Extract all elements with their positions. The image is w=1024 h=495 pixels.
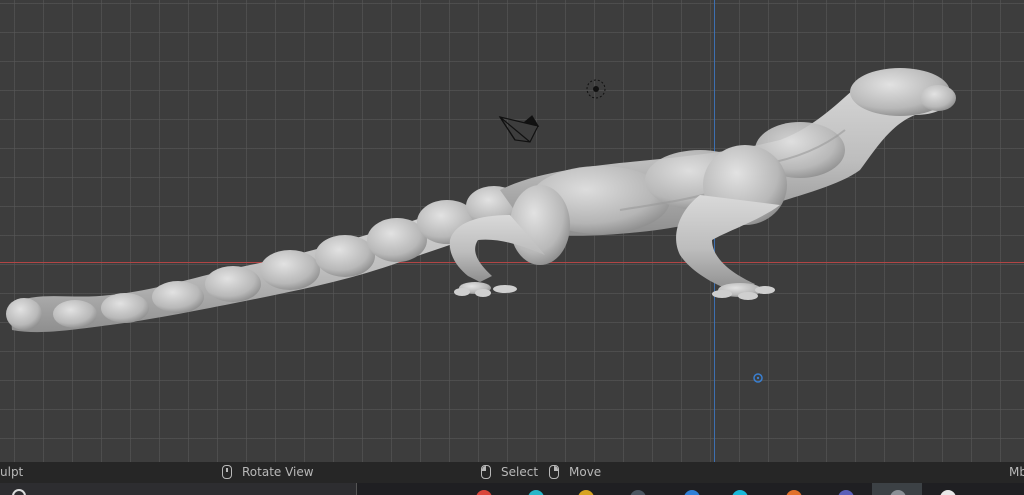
lizard-model[interactable]: [0, 0, 1024, 462]
rotate-view-hint: Rotate View: [222, 462, 314, 483]
rotate-view-label: Rotate View: [242, 465, 314, 479]
select-hint: Select: [481, 462, 538, 483]
taskbar-app-teal-icon[interactable]: [732, 490, 748, 495]
taskbar-app-yellow-icon[interactable]: [578, 490, 594, 495]
taskbar-app-white-icon[interactable]: [940, 490, 956, 495]
taskbar: [0, 483, 1024, 495]
move-hint: Move: [549, 462, 601, 483]
origin-marker-icon: [753, 373, 763, 383]
taskbar-app-cyan-icon[interactable]: [528, 490, 544, 495]
select-label: Select: [501, 465, 539, 479]
taskbar-search-box[interactable]: [0, 483, 357, 495]
mode-label: ulpt: [0, 465, 24, 479]
memory-label: Mb: [1009, 465, 1024, 479]
taskbar-app-blue-icon[interactable]: [684, 490, 700, 495]
status-bar: ulpt Rotate View Select Move Mb: [0, 462, 1024, 483]
taskbar-app-slate-icon[interactable]: [630, 490, 646, 495]
taskbar-app-red-icon[interactable]: [476, 490, 492, 495]
middle-mouse-icon: [222, 464, 232, 479]
search-icon: [12, 489, 26, 495]
right-mouse-icon: [549, 464, 559, 479]
3d-viewport[interactable]: [0, 0, 1024, 462]
move-label: Move: [569, 465, 602, 479]
left-mouse-icon: [481, 464, 491, 479]
light-icon[interactable]: [586, 79, 606, 99]
taskbar-app-purple-icon[interactable]: [838, 490, 854, 495]
taskbar-app-orange-icon[interactable]: [786, 490, 802, 495]
camera-icon[interactable]: [498, 115, 540, 143]
tail: [6, 186, 522, 333]
